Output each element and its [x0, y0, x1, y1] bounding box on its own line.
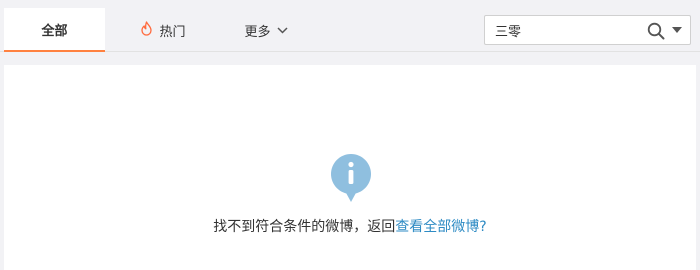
chevron-down-icon	[271, 23, 288, 38]
tab-more-label: 更多	[244, 24, 271, 40]
empty-message: 找不到符合条件的微博，返回查看全部微博?	[4, 216, 696, 236]
tab-more[interactable]: 更多	[226, 8, 306, 52]
search-input[interactable]	[495, 17, 645, 43]
tab-hot-label: 热门	[159, 24, 186, 40]
empty-message-text: 找不到符合条件的微博，返回	[213, 219, 396, 235]
search-icon[interactable]	[646, 21, 666, 41]
tab-all[interactable]: 全部	[4, 8, 105, 52]
caret-down-icon[interactable]	[670, 23, 684, 37]
tab-all-label: 全部	[41, 23, 68, 39]
empty-state-panel: 找不到符合条件的微博，返回查看全部微博?	[4, 65, 696, 270]
view-all-weibo-link[interactable]: 查看全部微博?	[395, 219, 486, 235]
info-icon	[329, 152, 373, 204]
tab-hot[interactable]: 热门	[118, 8, 208, 52]
flame-icon	[140, 20, 159, 40]
tab-bar: 全部 热门 更多	[0, 0, 700, 52]
search-box	[484, 15, 691, 45]
